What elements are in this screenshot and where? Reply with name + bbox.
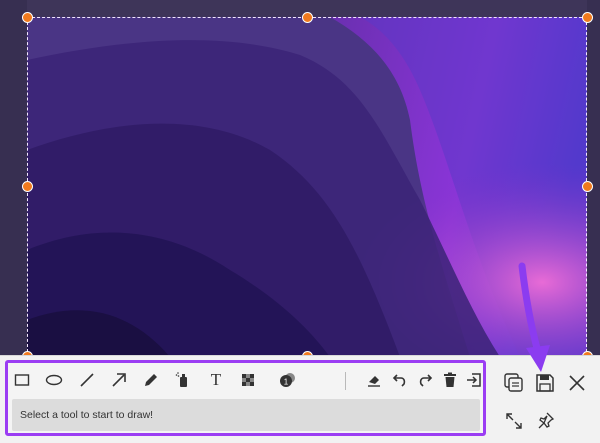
close-icon	[569, 375, 585, 391]
pencil-icon[interactable]	[140, 369, 162, 391]
resize-handle-middle-right[interactable]	[582, 181, 593, 192]
tool-row: T 1	[11, 369, 481, 391]
eraser-icon[interactable]	[363, 369, 385, 391]
close-button[interactable]	[564, 370, 590, 396]
arrow-icon[interactable]	[108, 369, 130, 391]
resize-handle-top-center[interactable]	[302, 12, 313, 23]
drawing-tools-group: T 1 Select a tool to start to draw!	[5, 360, 486, 436]
capture-selection[interactable]	[27, 17, 587, 357]
text-tool-glyph: T	[210, 370, 222, 389]
status-bar: Select a tool to start to draw!	[12, 399, 480, 431]
pin-button[interactable]	[533, 408, 559, 434]
copy-icon	[504, 373, 523, 392]
trash-icon[interactable]	[439, 369, 461, 391]
spray-icon[interactable]	[172, 369, 194, 391]
resize-handle-middle-left[interactable]	[22, 181, 33, 192]
copy-button[interactable]	[501, 370, 527, 396]
toolbar-divider	[345, 372, 346, 390]
save-icon	[536, 374, 554, 392]
ellipse-icon[interactable]	[43, 369, 65, 391]
mosaic-icon[interactable]	[237, 369, 259, 391]
annotation-panel: T 1 Select a tool to start to draw!	[0, 355, 600, 443]
undo-icon[interactable]	[389, 369, 411, 391]
step-number-icon[interactable]: 1	[276, 369, 298, 391]
exit-icon[interactable]	[463, 369, 485, 391]
fullscreen-button[interactable]	[501, 408, 527, 434]
redo-icon[interactable]	[414, 369, 436, 391]
fullscreen-icon	[506, 413, 522, 429]
text-icon[interactable]: T	[205, 369, 227, 391]
pin-icon	[538, 412, 555, 429]
status-hint-text: Select a tool to start to draw!	[20, 409, 154, 421]
svg-text:1: 1	[284, 378, 289, 387]
resize-handle-top-right[interactable]	[582, 12, 593, 23]
line-icon[interactable]	[76, 369, 98, 391]
rectangle-icon[interactable]	[11, 369, 33, 391]
save-button[interactable]	[532, 370, 558, 396]
resize-handle-top-left[interactable]	[22, 12, 33, 23]
